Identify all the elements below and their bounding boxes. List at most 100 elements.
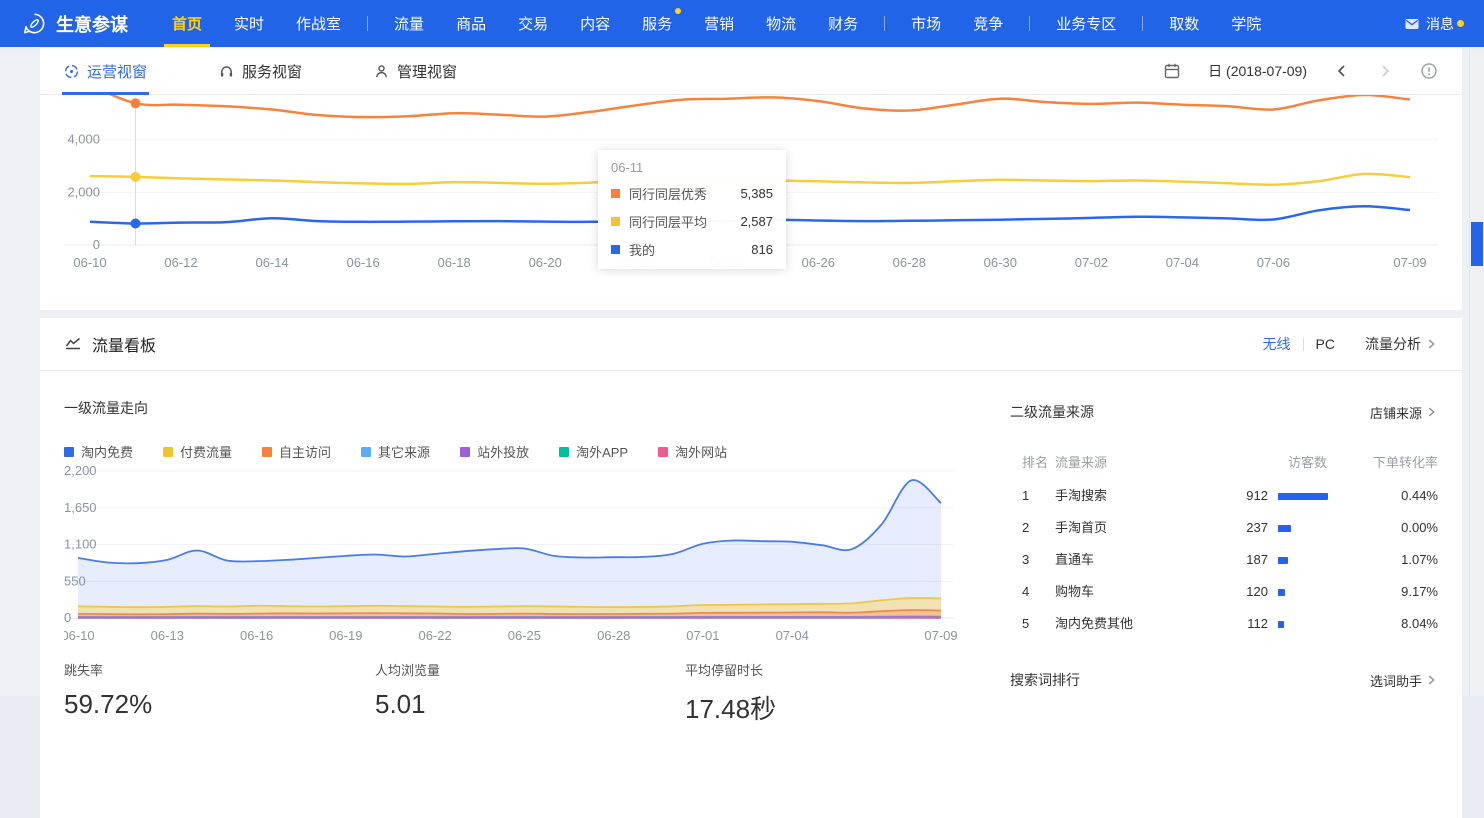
legend-label: 自主访问: [279, 442, 331, 461]
nav-item-label: 学院: [1231, 13, 1261, 34]
column-header-访客数: 访客数: [1260, 452, 1355, 471]
person-icon: [374, 64, 389, 79]
kpi-label: 人均浏览量: [375, 660, 440, 679]
compass-icon: [64, 64, 79, 79]
shop-source-link[interactable]: 店铺来源: [1370, 403, 1438, 422]
nav-item-取数[interactable]: 取数: [1153, 0, 1215, 47]
nav-item-财务[interactable]: 财务: [812, 0, 874, 47]
calendar-icon[interactable]: [1163, 62, 1181, 80]
table-row[interactable]: 1手淘搜索9120.44%: [1010, 480, 1438, 512]
chevron-right-icon: [1424, 405, 1438, 419]
highlight-dot: [131, 172, 141, 182]
secondary-traffic-section: 二级流量来源 店铺来源 排名流量来源访客数下单转化率 1手淘搜索9120.44%…: [1010, 402, 1438, 640]
date-toolbar: 日 (2018-07-09): [1163, 61, 1438, 81]
legend-item-站外投放[interactable]: 站外投放: [460, 442, 529, 461]
legend-item-付费流量[interactable]: 付费流量: [163, 442, 232, 461]
traffic-board-title: 流量看板: [92, 332, 156, 356]
message-label: 消息: [1426, 14, 1454, 34]
x-axis-label: 07-04: [1166, 255, 1199, 270]
kpi-label: 跳失率: [64, 660, 152, 679]
kpi-平均停留时长: 平均停留时长17.48秒: [685, 660, 776, 726]
tab-运营视窗[interactable]: 运营视窗: [64, 48, 147, 94]
top-nav: 生意参谋 首页实时作战室流量商品交易内容服务营销物流财务市场竞争 业务专区 取数学院…: [0, 0, 1484, 47]
secondary-traffic-title: 二级流量来源: [1010, 402, 1094, 422]
nav-item-messages[interactable]: 消息: [1404, 14, 1484, 34]
legend-label: 淘外APP: [576, 442, 628, 461]
primary-traffic-area-chart[interactable]: 05501,1001,6502,20006-1006-1306-1606-190…: [64, 463, 964, 651]
nav-item-竞争[interactable]: 竞争: [957, 0, 1019, 47]
nav-menu: 首页实时作战室流量商品交易内容服务营销物流财务市场竞争 业务专区 取数学院: [156, 0, 1277, 47]
mode-pc[interactable]: PC: [1316, 336, 1335, 352]
legend-item-淘外APP[interactable]: 淘外APP: [559, 442, 628, 461]
x-axis-label: 06-30: [984, 255, 1017, 270]
nav-divider: [1029, 16, 1030, 31]
nav-item-label: 物流: [766, 13, 796, 34]
legend-item-其它来源[interactable]: 其它来源: [361, 442, 430, 461]
conversion-cell: 8.04%: [1401, 608, 1438, 640]
x-axis-label: 07-02: [1075, 255, 1108, 270]
date-granularity-label[interactable]: 日 (2018-07-09): [1208, 61, 1307, 81]
nav-item-作战室[interactable]: 作战室: [280, 0, 357, 47]
nav-item-业务专区[interactable]: 业务专区: [1040, 0, 1132, 47]
source-cell: 直通车: [1055, 544, 1094, 576]
x-axis-label: 06-16: [346, 255, 379, 270]
table-row[interactable]: 5淘内免费其他1128.04%: [1010, 608, 1438, 640]
nav-item-学院[interactable]: 学院: [1215, 0, 1277, 47]
nav-item-label: 首页: [172, 13, 202, 34]
mode-wireless[interactable]: 无线: [1263, 334, 1291, 354]
table-row[interactable]: 2手淘首页2370.00%: [1010, 512, 1438, 544]
page-scrollbar-track[interactable]: [1469, 48, 1484, 696]
y-axis-label: 2,200: [64, 463, 97, 478]
tab-管理视窗[interactable]: 管理视窗: [374, 48, 457, 94]
y-axis-label: 0: [93, 237, 100, 252]
tooltip-row: 同行同层平均2,587: [611, 212, 773, 231]
traffic-analysis-link[interactable]: 流量分析: [1365, 334, 1438, 354]
y-axis-label: 2,000: [67, 184, 100, 199]
table-row[interactable]: 3直通车1871.07%: [1010, 544, 1438, 576]
nav-item-营销[interactable]: 营销: [688, 0, 750, 47]
conversion-cell: 1.07%: [1401, 544, 1438, 576]
nav-item-商品[interactable]: 商品: [440, 0, 502, 47]
primary-traffic-title: 一级流量走向: [64, 398, 984, 418]
page-scrollbar-thumb[interactable]: [1471, 222, 1483, 266]
chevron-right-icon: [1424, 673, 1438, 687]
x-axis-label: 07-04: [776, 628, 809, 643]
legend-label: 其它来源: [378, 442, 430, 461]
brand[interactable]: 生意参谋: [0, 11, 156, 37]
x-axis-label: 06-20: [529, 255, 562, 270]
legend-item-淘内免费[interactable]: 淘内免费: [64, 442, 133, 461]
nav-item-物流[interactable]: 物流: [750, 0, 812, 47]
legend-item-淘外网站[interactable]: 淘外网站: [658, 442, 727, 461]
tooltip-series-label: 同行同层优秀: [629, 184, 707, 203]
x-axis-label: 06-25: [508, 628, 541, 643]
nav-item-市场[interactable]: 市场: [895, 0, 957, 47]
info-icon[interactable]: [1420, 62, 1438, 80]
kpi-人均浏览量: 人均浏览量 5.01: [375, 660, 440, 720]
kpi-value: 5.01: [375, 689, 440, 720]
legend-swatch: [64, 447, 74, 457]
mode-divider: [1303, 338, 1304, 351]
nav-item-label: 业务专区: [1056, 13, 1116, 34]
legend-item-自主访问[interactable]: 自主访问: [262, 442, 331, 461]
nav-item-实时[interactable]: 实时: [218, 0, 280, 47]
prev-date-button[interactable]: [1334, 63, 1350, 79]
x-axis-label: 06-18: [437, 255, 470, 270]
next-date-button[interactable]: [1377, 63, 1393, 79]
legend-swatch: [361, 447, 371, 457]
table-row[interactable]: 4购物车1209.17%: [1010, 576, 1438, 608]
view-tabs: 运营视窗 服务视窗 管理视窗: [64, 48, 529, 94]
kpi-跳失率: 跳失率59.72%: [64, 660, 152, 720]
nav-item-交易[interactable]: 交易: [502, 0, 564, 47]
tooltip-swatch: [611, 245, 620, 254]
nav-item-首页[interactable]: 首页: [156, 0, 218, 47]
visitors-bar: [1278, 493, 1328, 500]
highlight-dot: [131, 98, 141, 108]
tab-服务视窗[interactable]: 服务视窗: [219, 48, 302, 94]
y-axis-label: 0: [64, 610, 71, 625]
visitors-cell: 912: [1198, 480, 1268, 512]
column-header-下单转化率: 下单转化率: [1373, 452, 1438, 471]
nav-item-流量[interactable]: 流量: [378, 0, 440, 47]
nav-item-内容[interactable]: 内容: [564, 0, 626, 47]
word-helper-link[interactable]: 选词助手: [1370, 671, 1438, 690]
nav-item-服务[interactable]: 服务: [626, 0, 688, 47]
